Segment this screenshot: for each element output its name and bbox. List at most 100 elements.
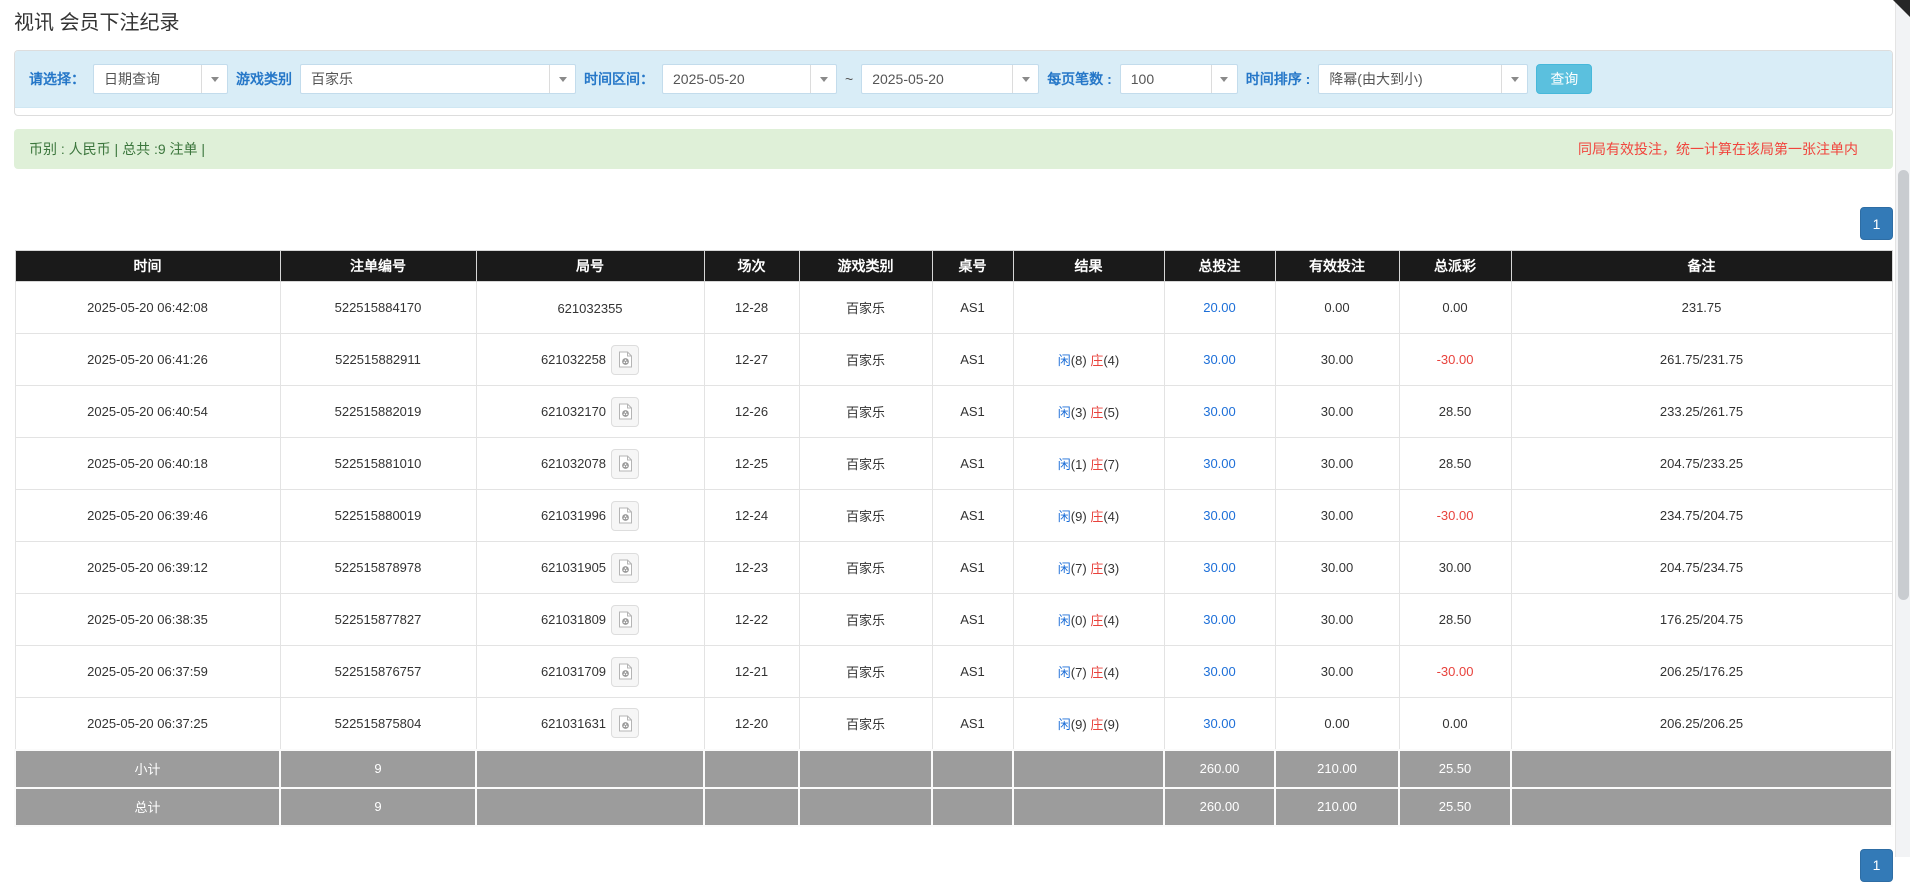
round-cell: 621032258 [476, 334, 704, 386]
subtotal-row: 小计 9 260.00 210.00 25.50 [15, 750, 1892, 788]
result-cell: 闲(7) 庄(4) [1013, 646, 1164, 698]
result-cell: 闲(8) 庄(4) [1013, 334, 1164, 386]
sort-select[interactable]: 降幂(由大到小) [1318, 64, 1528, 94]
game-cell: 百家乐 [799, 542, 932, 594]
date-from-value: 2025-05-20 [663, 71, 755, 87]
time-cell: 2025-05-20 06:37:25 [15, 698, 280, 750]
table-no-cell: AS1 [932, 646, 1013, 698]
page-1-button[interactable]: 1 [1860, 207, 1893, 240]
banker-result: 庄 [1090, 561, 1103, 576]
table-no-cell: AS1 [932, 386, 1013, 438]
summary-currency-text: 币别 : 人民币 | 总共 :9 注单 | [29, 139, 205, 159]
search-button[interactable]: 查询 [1536, 64, 1592, 94]
table-row: 2025-05-20 06:37:25 522515875804 6210316… [15, 698, 1892, 750]
video-replay-icon[interactable] [611, 449, 639, 479]
total-bet-link[interactable]: 30.00 [1203, 456, 1236, 471]
column-header-total-bet: 总投注 [1164, 251, 1275, 282]
date-to-select[interactable]: 2025-05-20 [861, 64, 1039, 94]
total-bet-link[interactable]: 20.00 [1203, 300, 1236, 315]
round-cell: 621031631 [476, 698, 704, 750]
round-cell: 621031905 [476, 542, 704, 594]
video-replay-icon[interactable] [611, 708, 639, 738]
total-bet-link[interactable]: 30.00 [1203, 352, 1236, 367]
session-cell: 12-28 [704, 282, 799, 334]
query-type-label: 请选择： [29, 69, 85, 89]
remark-cell: 204.75/234.75 [1511, 542, 1892, 594]
subtotal-count: 9 [280, 750, 476, 788]
result-cell: 闲(1) 庄(7) [1013, 438, 1164, 490]
video-replay-icon[interactable] [611, 657, 639, 687]
per-page-select[interactable]: 100 [1120, 64, 1238, 94]
column-header-time: 时间 [15, 251, 280, 282]
video-replay-icon[interactable] [611, 345, 639, 375]
total-bet-cell: 30.00 [1164, 698, 1275, 750]
banker-result: 庄 [1090, 405, 1103, 420]
game-category-value: 百家乐 [301, 69, 363, 89]
table-row: 2025-05-20 06:39:46 522515880019 6210319… [15, 490, 1892, 542]
bet-id-cell: 522515882019 [280, 386, 476, 438]
total-bet-link[interactable]: 30.00 [1203, 508, 1236, 523]
remark-cell: 231.75 [1511, 282, 1892, 334]
valid-bet-cell: 0.00 [1275, 698, 1399, 750]
video-replay-icon[interactable] [611, 397, 639, 427]
subtotal-valid-bet: 210.00 [1275, 750, 1399, 788]
query-type-select[interactable]: 日期查询 [93, 64, 228, 94]
result-cell: 闲(9) 庄(9) [1013, 698, 1164, 750]
table-footer: 小计 9 260.00 210.00 25.50 总计 9 260.00 210… [15, 750, 1892, 826]
total-bet-link[interactable]: 30.00 [1203, 612, 1236, 627]
total-bet-link[interactable]: 30.00 [1203, 560, 1236, 575]
valid-bet-cell: 30.00 [1275, 386, 1399, 438]
bet-records-table: 时间 注单编号 局号 场次 游戏类别 桌号 结果 总投注 有效投注 总派彩 备注… [14, 250, 1893, 827]
game-category-select[interactable]: 百家乐 [300, 64, 576, 94]
banker-result: 庄 [1090, 353, 1103, 368]
result-cell: 闲(9) 庄(4) [1013, 490, 1164, 542]
valid-bet-cell: 0.00 [1275, 282, 1399, 334]
video-replay-icon[interactable] [611, 605, 639, 635]
session-cell: 12-24 [704, 490, 799, 542]
video-replay-icon[interactable] [611, 553, 639, 583]
total-bet-cell: 30.00 [1164, 594, 1275, 646]
total-bet-cell: 30.00 [1164, 490, 1275, 542]
player-result: 闲 [1058, 353, 1071, 368]
scrollbar-thumb[interactable] [1898, 170, 1909, 600]
range-separator: ~ [845, 71, 853, 87]
time-cell: 2025-05-20 06:40:54 [15, 386, 280, 438]
time-cell: 2025-05-20 06:38:35 [15, 594, 280, 646]
round-number: 621031809 [541, 612, 606, 627]
game-cell: 百家乐 [799, 698, 932, 750]
table-row: 2025-05-20 06:38:35 522515877827 6210318… [15, 594, 1892, 646]
grand-total-total-bet: 260.00 [1164, 788, 1275, 826]
valid-bet-cell: 30.00 [1275, 594, 1399, 646]
date-from-select[interactable]: 2025-05-20 [662, 64, 837, 94]
video-replay-icon[interactable] [611, 501, 639, 531]
session-cell: 12-25 [704, 438, 799, 490]
session-cell: 12-26 [704, 386, 799, 438]
player-result: 闲 [1058, 509, 1071, 524]
column-header-game: 游戏类别 [799, 251, 932, 282]
game-cell: 百家乐 [799, 386, 932, 438]
total-bet-cell: 30.00 [1164, 646, 1275, 698]
player-result: 闲 [1058, 405, 1071, 420]
total-bet-link[interactable]: 30.00 [1203, 664, 1236, 679]
query-type-value: 日期查询 [94, 69, 170, 89]
bet-id-cell: 522515880019 [280, 490, 476, 542]
banker-result: 庄 [1090, 665, 1103, 680]
filter-panel: 请选择： 日期查询 游戏类别 百家乐 时间区间： 2025-05-20 ~ 20… [14, 50, 1893, 116]
column-header-valid-bet: 有效投注 [1275, 251, 1399, 282]
bet-id-cell: 522515882911 [280, 334, 476, 386]
total-bet-link[interactable]: 30.00 [1203, 404, 1236, 419]
round-number: 621031631 [541, 716, 606, 731]
game-cell: 百家乐 [799, 490, 932, 542]
round-number: 621031905 [541, 560, 606, 575]
chevron-down-icon [1012, 65, 1038, 93]
table-no-cell: AS1 [932, 282, 1013, 334]
round-cell: 621031996 [476, 490, 704, 542]
payout-cell: -30.00 [1399, 646, 1511, 698]
total-bet-cell: 30.00 [1164, 334, 1275, 386]
page-1-button-bottom[interactable]: 1 [1860, 849, 1893, 882]
subtotal-total-bet: 260.00 [1164, 750, 1275, 788]
session-cell: 12-20 [704, 698, 799, 750]
time-cell: 2025-05-20 06:39:46 [15, 490, 280, 542]
total-bet-link[interactable]: 30.00 [1203, 716, 1236, 731]
vertical-scrollbar[interactable] [1895, 0, 1910, 857]
